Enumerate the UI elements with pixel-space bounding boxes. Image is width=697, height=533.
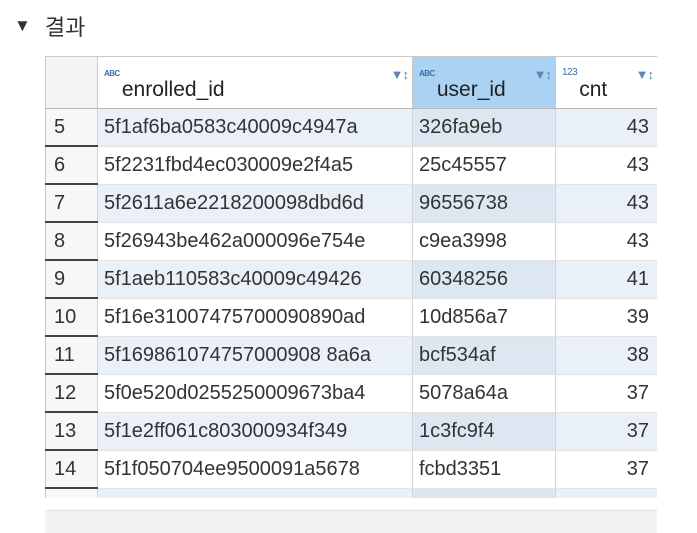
table-row[interactable]: 8 5f26943be462a000096e754e c9ea3998 43 [45, 222, 657, 261]
number-type-icon: 123 [562, 67, 578, 78]
table-row[interactable]: 155f20c765ceab9e0009848d70c9ea399837 [45, 488, 657, 498]
filter-sort-icon[interactable]: ▼↕ [391, 67, 409, 82]
enrolled-id-cell[interactable]: 5f2231fbd4ec030009e2f4a5 [97, 146, 413, 185]
row-number-cell[interactable]: 12 [45, 374, 98, 413]
cnt-cell[interactable]: 37 [555, 488, 657, 498]
cnt-cell[interactable]: 43 [555, 146, 657, 185]
user-id-cell[interactable]: 5078a64a [412, 374, 556, 413]
column-header-enrolled-id[interactable]: ABC enrolled_id ▼↕ [97, 56, 413, 109]
cnt-cell[interactable]: 41 [555, 260, 657, 299]
enrolled-id-cell[interactable]: 5f16e31007475700090890ad [97, 298, 413, 337]
text-type-icon: ABC [104, 69, 120, 78]
text-type-icon: ABC [419, 69, 435, 78]
row-number-header[interactable] [45, 56, 98, 109]
filter-sort-icon[interactable]: ▼↕ [534, 67, 552, 82]
grid-footer-bar [45, 510, 657, 533]
filter-sort-icon[interactable]: ▼↕ [636, 67, 654, 82]
enrolled-id-cell[interactable]: 5f169861074757000908 8a6a [97, 336, 413, 375]
enrolled-id-cell[interactable]: 5f0e520d0255250009673ba4 [97, 374, 413, 413]
row-number-cell[interactable]: 5 [45, 108, 98, 147]
user-id-cell[interactable]: fcbd3351 [412, 450, 556, 489]
row-number-cell[interactable]: 7 [45, 184, 98, 223]
results-section-header: ▼ 결과 [14, 10, 85, 42]
row-number-cell[interactable]: 10 [45, 298, 98, 337]
user-id-cell[interactable]: 25c45557 [412, 146, 556, 185]
table-row[interactable]: 10 5f16e31007475700090890ad 10d856a7 39 [45, 298, 657, 337]
enrolled-id-cell[interactable]: 5f1e2ff061c803000934f349 [97, 412, 413, 451]
header-row: ABC enrolled_id ▼↕ ABC user_id ▼↕ 123 cn… [45, 56, 657, 109]
enrolled-id-cell[interactable]: 5f1aeb110583c40009c49426 [97, 260, 413, 299]
table-row[interactable]: 12 5f0e520d0255250009673ba4 5078a64a 37 [45, 374, 657, 413]
collapse-toggle-icon[interactable]: ▼ [14, 16, 31, 36]
results-table: ABC enrolled_id ▼↕ ABC user_id ▼↕ 123 cn… [45, 56, 657, 498]
enrolled-id-cell[interactable]: 5f26943be462a000096e754e [97, 222, 413, 261]
row-number-cell[interactable]: 6 [45, 146, 98, 185]
table-row[interactable]: 5 5f1af6ba0583c40009c4947a 326fa9eb 43 [45, 108, 657, 147]
row-number-cell[interactable]: 14 [45, 450, 98, 489]
row-number-cell[interactable]: 9 [45, 260, 98, 299]
user-id-cell[interactable]: c9ea3998 [412, 488, 556, 498]
column-header-cnt[interactable]: 123 cnt ▼↕ [555, 56, 657, 109]
enrolled-id-cell[interactable]: 5f20c765ceab9e0009848d70 [97, 488, 413, 498]
enrolled-id-cell[interactable]: 5f1f050704ee9500091a5678 [97, 450, 413, 489]
user-id-cell[interactable]: 1c3fc9f4 [412, 412, 556, 451]
cnt-cell[interactable]: 39 [555, 298, 657, 337]
table-row[interactable]: 14 5f1f050704ee9500091a5678 fcbd3351 37 [45, 450, 657, 489]
user-id-cell[interactable]: 326fa9eb [412, 108, 556, 147]
cnt-cell[interactable]: 37 [555, 374, 657, 413]
user-id-cell[interactable]: 96556738 [412, 184, 556, 223]
table-row[interactable]: 11 5f169861074757000908 8a6a bcf534af 38 [45, 336, 657, 375]
cnt-cell[interactable]: 43 [555, 184, 657, 223]
user-id-cell[interactable]: 60348256 [412, 260, 556, 299]
column-title: cnt [579, 78, 608, 101]
column-title: enrolled_id [121, 78, 225, 101]
user-id-cell[interactable]: 10d856a7 [412, 298, 556, 337]
table-row[interactable]: 7 5f2611a6e2218200098dbd6d 96556738 43 [45, 184, 657, 223]
row-number-cell[interactable]: 11 [45, 336, 98, 375]
row-number-cell[interactable]: 8 [45, 222, 98, 261]
user-id-cell[interactable]: c9ea3998 [412, 222, 556, 261]
cnt-cell[interactable]: 37 [555, 412, 657, 451]
enrolled-id-cell[interactable]: 5f1af6ba0583c40009c4947a [97, 108, 413, 147]
cnt-cell[interactable]: 43 [555, 222, 657, 261]
column-header-user-id[interactable]: ABC user_id ▼↕ [412, 56, 556, 109]
table-row[interactable]: 6 5f2231fbd4ec030009e2f4a5 25c45557 43 [45, 146, 657, 185]
user-id-cell[interactable]: bcf534af [412, 336, 556, 375]
cnt-cell[interactable]: 43 [555, 108, 657, 147]
cnt-cell[interactable]: 37 [555, 450, 657, 489]
row-number-cell[interactable]: 15 [45, 488, 98, 498]
column-title: user_id [436, 78, 506, 101]
results-grid: ABC enrolled_id ▼↕ ABC user_id ▼↕ 123 cn… [45, 56, 657, 498]
table-row[interactable]: 9 5f1aeb110583c40009c49426 60348256 41 [45, 260, 657, 299]
row-number-cell[interactable]: 13 [45, 412, 98, 451]
enrolled-id-cell[interactable]: 5f2611a6e2218200098dbd6d [97, 184, 413, 223]
cnt-cell[interactable]: 38 [555, 336, 657, 375]
table-row[interactable]: 13 5f1e2ff061c803000934f349 1c3fc9f4 37 [45, 412, 657, 451]
section-title: 결과 [44, 16, 86, 41]
